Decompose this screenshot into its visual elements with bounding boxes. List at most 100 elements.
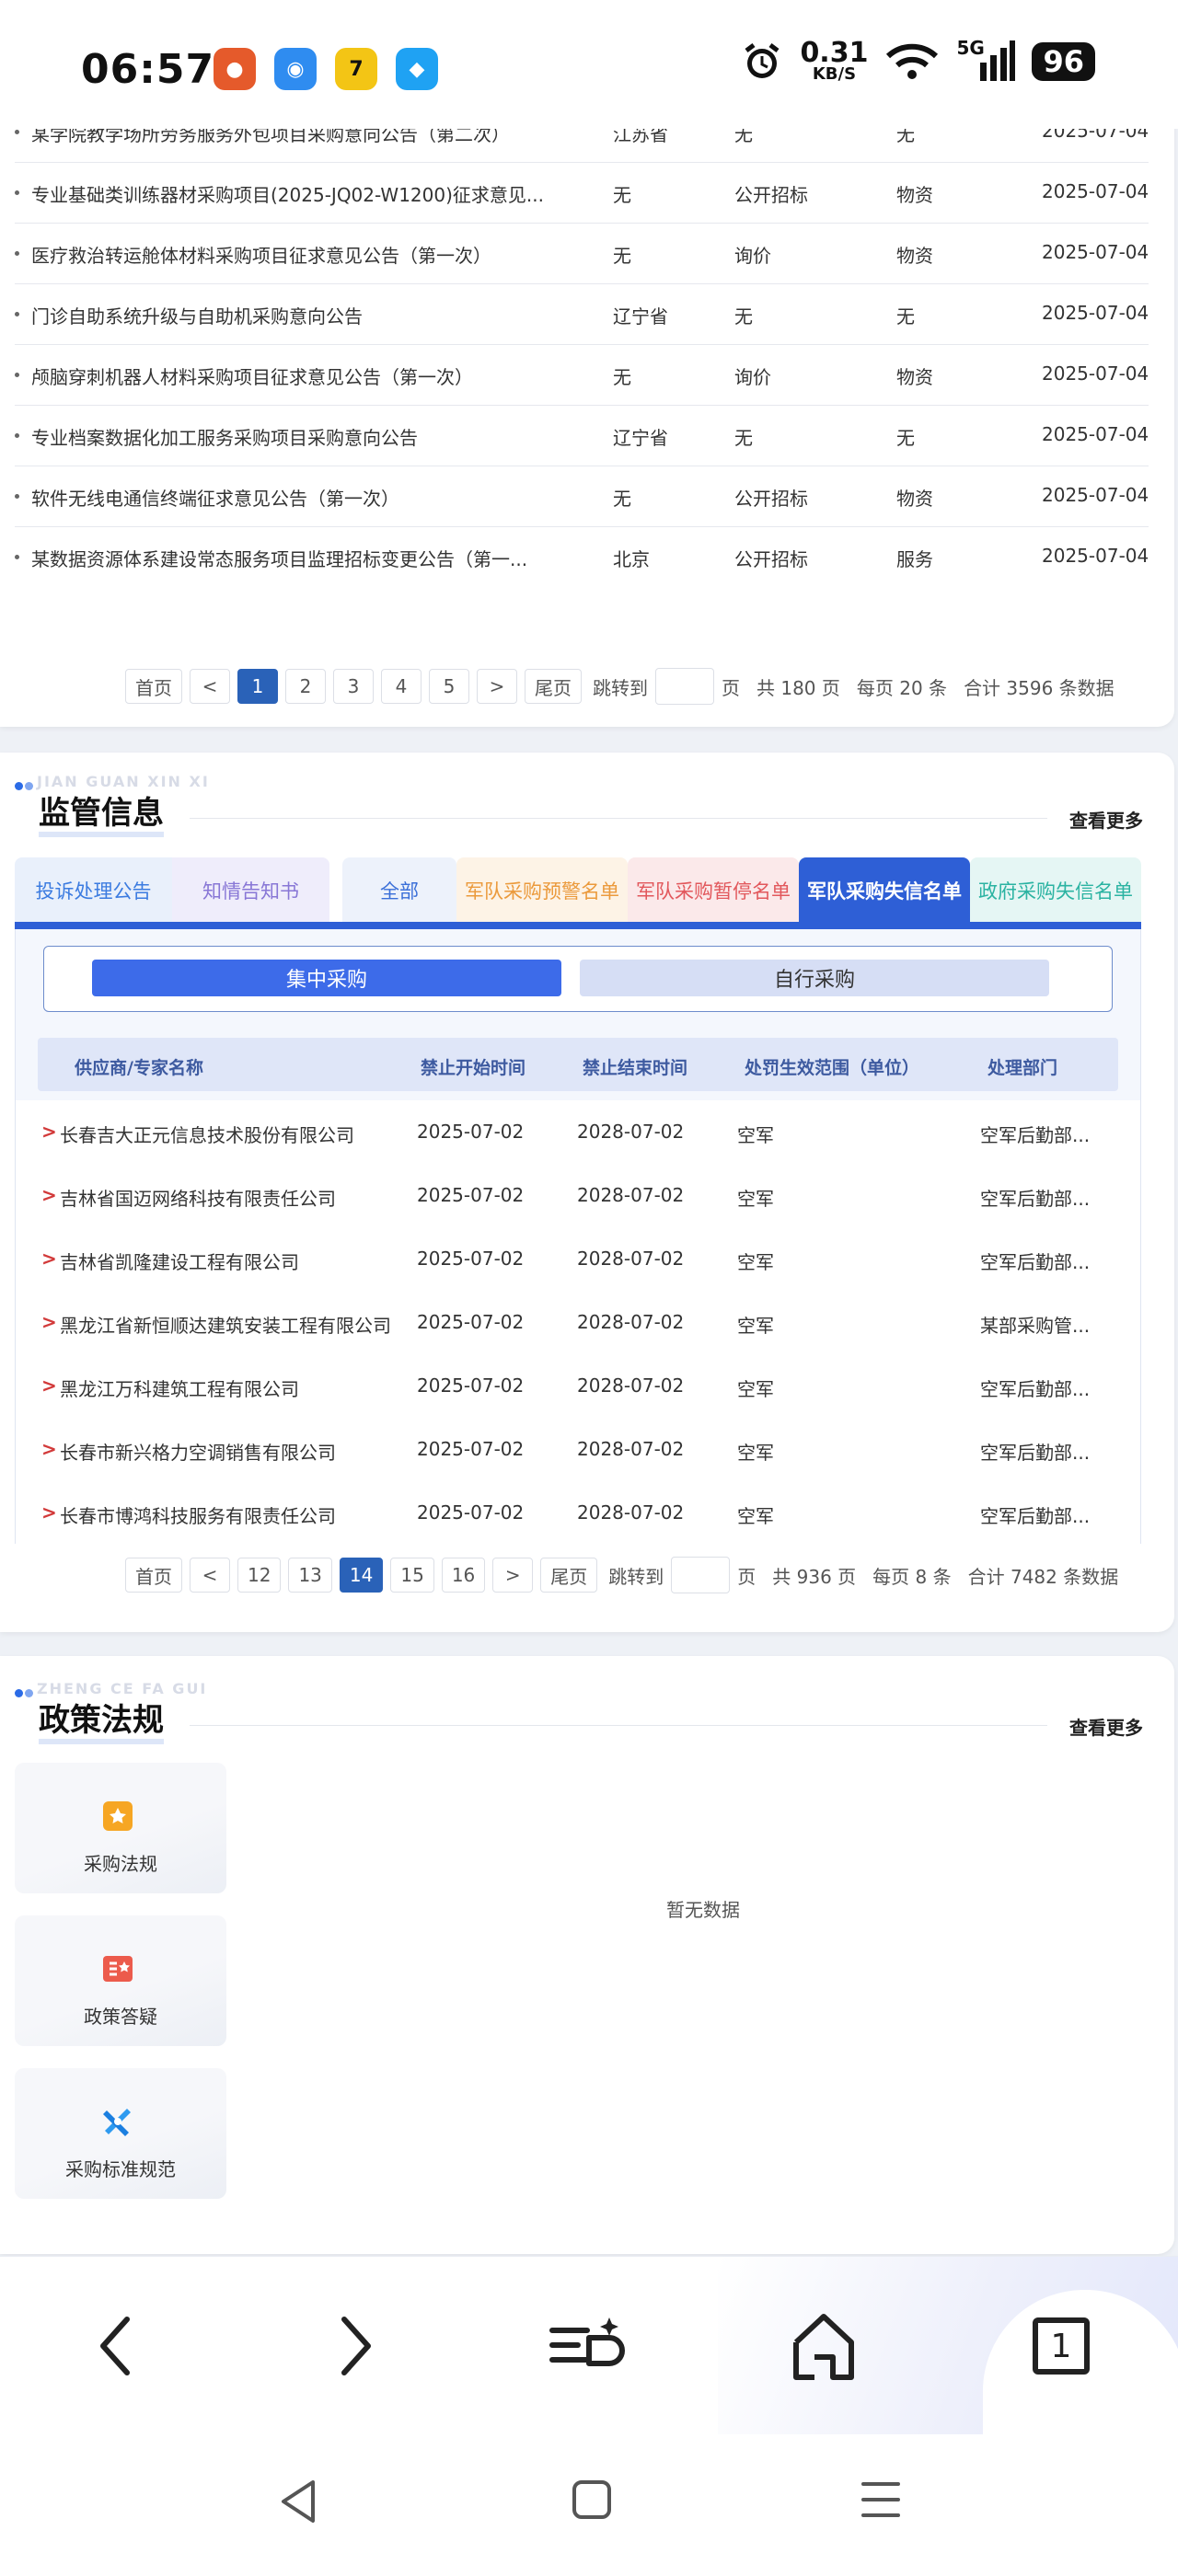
- page-button[interactable]: 16: [441, 1558, 486, 1593]
- tabs-icon[interactable]: 1: [1020, 2305, 1103, 2387]
- table-row[interactable]: > 黑龙江省新恒顺达建筑安装工程有限公司 2025-07-02 2028-07-02 空…: [16, 1291, 1140, 1355]
- per-page: 每页 8 条: [872, 1565, 952, 1588]
- page-button[interactable]: 15: [390, 1558, 434, 1593]
- page-button[interactable]: 12: [237, 1558, 282, 1593]
- total-count: 合计 3596 条数据: [964, 676, 1114, 699]
- per-page: 每页 20 条: [856, 676, 948, 699]
- policy-item-regulations[interactable]: 采购法规: [15, 1763, 226, 1893]
- empty-state: 暂无数据: [666, 1899, 740, 1921]
- pagination: 首页 < 1 2 3 4 5 > 尾页 跳转到 页 共 180 页 每页 20 …: [125, 668, 1114, 705]
- policy-header: ZHENG CE FA GUI 政策法规 查看更多: [15, 1674, 1149, 1748]
- system-nav-bar: [0, 2434, 1178, 2576]
- pagination: 首页 < 12 13 14 15 16 > 尾页 跳转到 页 共 936 页 每…: [125, 1557, 1118, 1593]
- total-pages: 共 180 页: [756, 676, 840, 699]
- chevron-right-icon: >: [41, 1311, 57, 1333]
- tab-warning-list[interactable]: 军队采购预警名单: [456, 857, 628, 924]
- supervision-side-tabs: 投诉处理公告 知情告知书: [15, 857, 329, 924]
- table-row[interactable]: > 吉林省国迈网络科技有限责任公司 2025-07-02 2028-07-02 空军 空军…: [16, 1164, 1140, 1228]
- view-more-button[interactable]: 查看更多: [1069, 1713, 1143, 1740]
- supervision-header: JIAN GUAN XIN XI 监管信息 查看更多: [15, 767, 1149, 841]
- list-item[interactable]: 软件无线电通信终端征求意见公告（第一次）无公开招标 物资 2025-07-04: [15, 466, 1149, 527]
- last-page-button[interactable]: 尾页: [540, 1558, 598, 1593]
- notification-icons: ● ◉ 7 ◆: [214, 48, 438, 90]
- table-row[interactable]: > 长春市新兴格力空调销售有限公司 2025-07-02 2028-07-02 空军 空军…: [16, 1418, 1140, 1482]
- page-jump-input[interactable]: [655, 668, 714, 705]
- nav-recents-icon[interactable]: [860, 2478, 902, 2521]
- total-count: 合计 7482 条数据: [967, 1565, 1119, 1588]
- table-row[interactable]: > 黑龙江万科建筑工程有限公司 2025-07-02 2028-07-02 空军 空军后勤…: [16, 1354, 1140, 1419]
- nav-back-icon[interactable]: [278, 2478, 320, 2524]
- prev-page-button[interactable]: <: [190, 1558, 230, 1593]
- segment-self[interactable]: 自行采购: [580, 960, 1049, 996]
- chevron-right-icon: >: [41, 1121, 57, 1143]
- supervision-tabs: 全部 军队采购预警名单 军队采购暂停名单 军队采购失信名单 政府采购失信名单: [342, 857, 1141, 924]
- list-item[interactable]: 门诊自助系统升级与自助机采购意向公告 辽宁省无无 2025-07-04: [15, 283, 1149, 345]
- list-item[interactable]: 专业基础类训练器材采购项目(2025-JQ02-W1200)征求意见... 无公开…: [15, 162, 1149, 224]
- medal-icon: [103, 1801, 133, 1831]
- page-unit-label: 页: [737, 1565, 756, 1588]
- tab-count: 1: [1033, 2317, 1090, 2375]
- total-pages: 共 936 页: [772, 1565, 857, 1588]
- prev-page-button[interactable]: <: [190, 669, 230, 704]
- next-page-button[interactable]: >: [492, 1558, 534, 1593]
- status-bar: 06:57 ● ◉ 7 ◆ 0.31 KB/S 5G 96: [0, 0, 1178, 129]
- ruler-pencil-icon: [103, 2109, 131, 2136]
- procurement-type-switch: 集中采购 自行采购: [43, 946, 1113, 1012]
- forward-icon[interactable]: [315, 2305, 398, 2387]
- page-unit-label: 页: [722, 676, 740, 699]
- page-button[interactable]: 5: [429, 669, 469, 704]
- page-button[interactable]: 2: [285, 669, 326, 704]
- tab-suspension-list[interactable]: 军队采购暂停名单: [628, 857, 799, 924]
- policy-item-qa[interactable]: 政策答疑: [15, 1915, 226, 2046]
- supervision-panel: 集中采购 自行采购 供应商/专家名称 禁止开始时间 禁止结束时间 处罚生效范围（…: [15, 929, 1141, 1545]
- section-dots-icon: [15, 1684, 35, 1701]
- section-dots-icon: [15, 776, 35, 794]
- tab-complaint[interactable]: 投诉处理公告: [15, 857, 172, 924]
- tab-dishonest-list[interactable]: 军队采购失信名单: [799, 857, 970, 924]
- policy-item-standards[interactable]: 采购标准规范: [15, 2068, 226, 2199]
- table-row[interactable]: > 长春吉大正元信息技术股份有限公司 2025-07-02 2028-07-02 空军空…: [16, 1100, 1140, 1165]
- view-more-button[interactable]: 查看更多: [1069, 806, 1143, 833]
- page-button[interactable]: 13: [288, 1558, 332, 1593]
- page-jump-input[interactable]: [671, 1557, 731, 1593]
- first-page-button[interactable]: 首页: [125, 669, 182, 704]
- browser-toolbar: 1: [0, 2256, 1178, 2474]
- table-row[interactable]: > 长春市博鸿科技服务有限责任公司 2025-07-02 2028-07-02 空军 空军…: [16, 1481, 1140, 1545]
- page-button[interactable]: 1: [237, 669, 278, 704]
- back-icon[interactable]: [74, 2305, 156, 2387]
- first-page-button[interactable]: 首页: [125, 1558, 182, 1593]
- chevron-right-icon: >: [41, 1184, 57, 1206]
- last-page-button[interactable]: 尾页: [525, 669, 582, 704]
- clock: 06:57: [81, 46, 215, 93]
- page-button[interactable]: 4: [381, 669, 422, 704]
- chevron-right-icon: >: [41, 1374, 57, 1397]
- next-page-button[interactable]: >: [477, 669, 517, 704]
- list-item[interactable]: 专业档案数据化加工服务采购项目采购意向公告 辽宁省无无 2025-07-04: [15, 405, 1149, 466]
- home-icon[interactable]: [782, 2305, 865, 2387]
- chevron-right-icon: >: [41, 1248, 57, 1270]
- section-title: 监管信息: [39, 795, 164, 837]
- network-speed: 0.31 KB/S: [800, 37, 869, 84]
- list-item[interactable]: 颅脑穿刺机器人材料采购项目征求意见公告（第一次）无询价 物资 2025-07-04: [15, 344, 1149, 406]
- app-notification-icon: ●: [214, 48, 256, 90]
- page-button[interactable]: 3: [333, 669, 374, 704]
- table-row[interactable]: > 吉林省凯隆建设工程有限公司 2025-07-02 2028-07-02 空军 空军后勤…: [16, 1227, 1140, 1292]
- wifi-icon: [886, 43, 939, 79]
- jump-label: 跳转到: [608, 1565, 664, 1588]
- page-button[interactable]: 14: [339, 1558, 384, 1593]
- segment-centralized[interactable]: 集中采购: [92, 960, 561, 996]
- tab-notice-letter[interactable]: 知情告知书: [172, 857, 329, 924]
- qq-icon: ◆: [396, 48, 438, 90]
- app-notification-icon: ◉: [274, 48, 317, 90]
- alarm-icon: [745, 43, 780, 78]
- signal-icon: 5G: [956, 37, 1016, 83]
- nav-home-icon[interactable]: [571, 2478, 613, 2521]
- tab-all[interactable]: 全部: [342, 857, 456, 924]
- list-item[interactable]: 医疗救治转运舱体材料采购项目征求意见公告（第一次）无询价 物资 2025-07-04: [15, 223, 1149, 284]
- table-header: 供应商/专家名称 禁止开始时间 禁止结束时间 处罚生效范围（单位） 处理部门: [38, 1038, 1118, 1091]
- chevron-right-icon: >: [41, 1501, 57, 1524]
- menu-icon[interactable]: [547, 2305, 629, 2387]
- list-item[interactable]: 某数据资源体系建设常态服务项目监理招标变更公告（第一... 北京 公开招标 服务 202…: [15, 526, 1149, 587]
- tab-gov-dishonest-list[interactable]: 政府采购失信名单: [970, 857, 1141, 924]
- jump-label: 跳转到: [593, 676, 648, 699]
